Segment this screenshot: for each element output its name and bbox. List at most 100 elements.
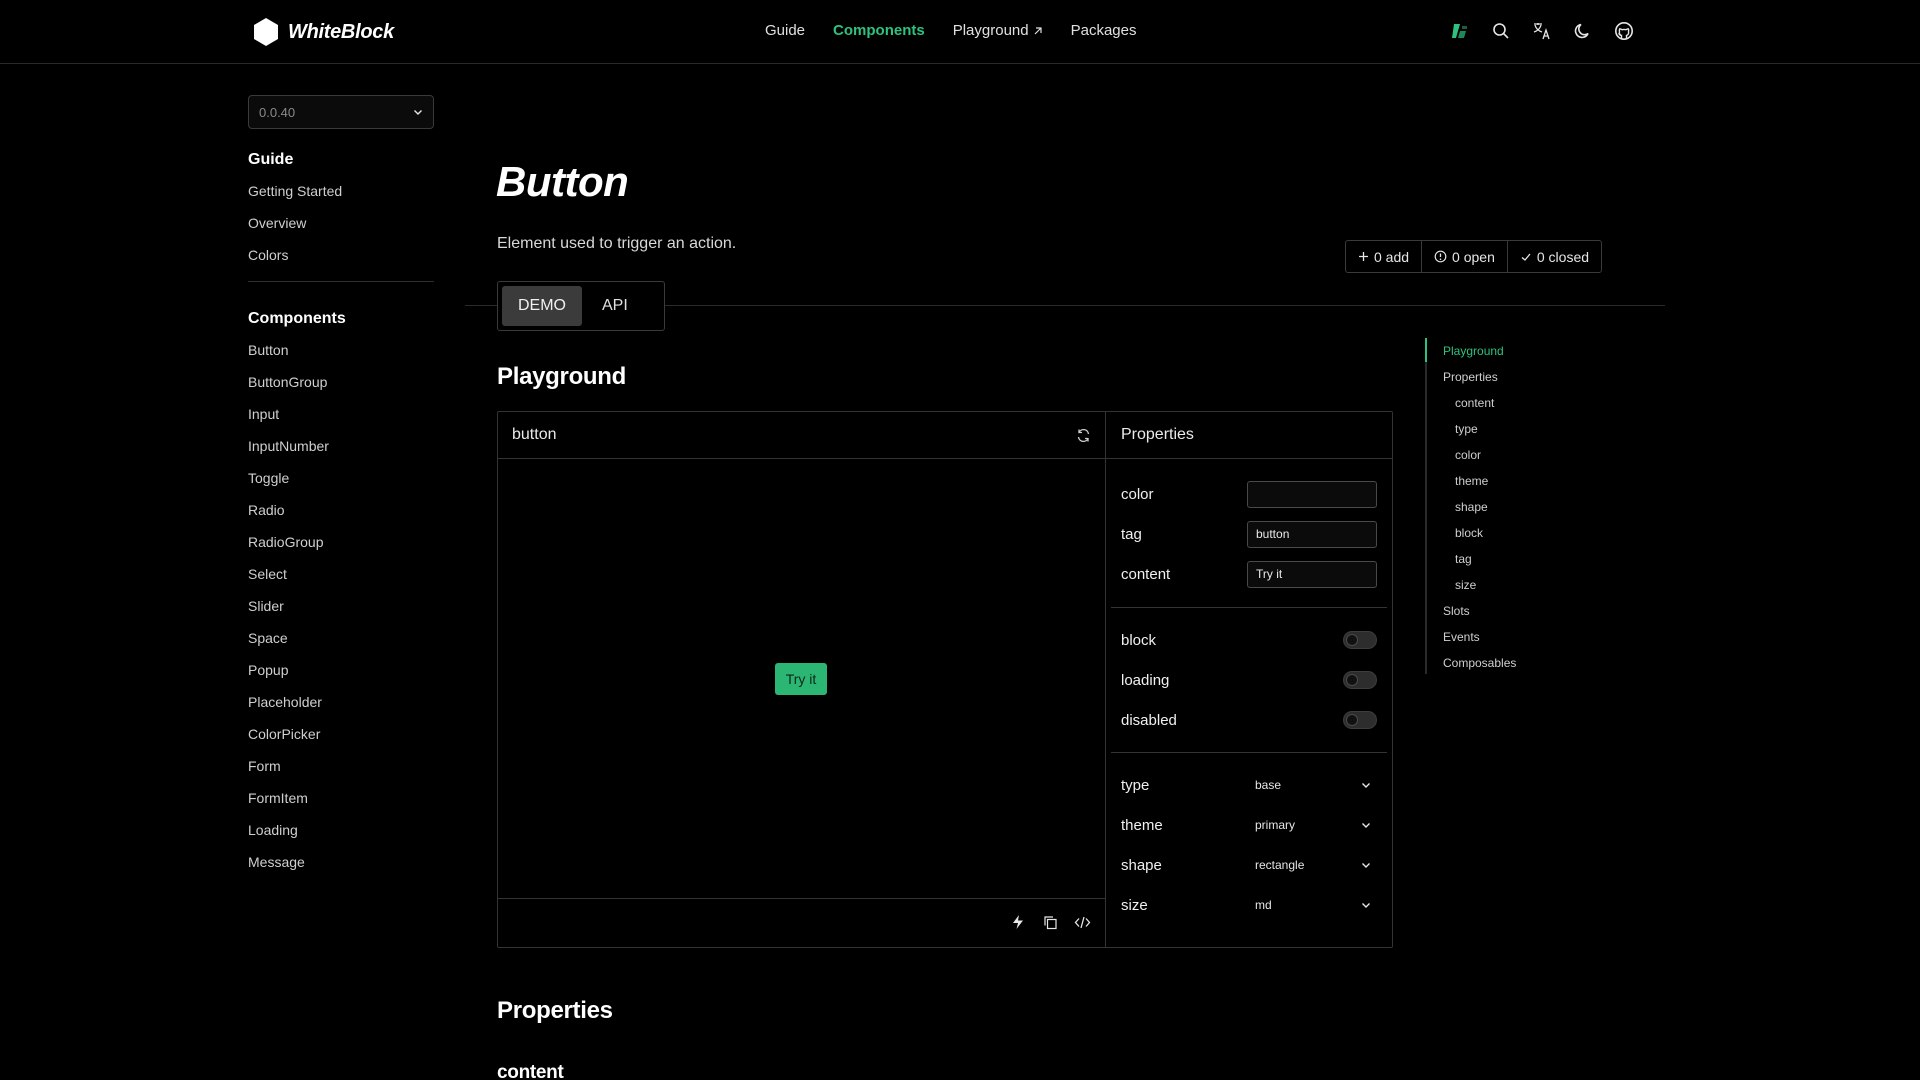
issues-closed-label: 0 closed <box>1536 248 1590 265</box>
content-input[interactable] <box>1247 560 1377 588</box>
prop-row-color: color <box>1121 480 1377 508</box>
logo-text: WhiteBlock <box>288 20 394 43</box>
prop-label-tag: tag <box>1121 525 1142 543</box>
tab-api[interactable]: API <box>586 286 644 326</box>
prop-label-shape: shape <box>1121 856 1162 874</box>
disabled-toggle[interactable] <box>1343 711 1377 729</box>
theme-select[interactable]: primary <box>1247 811 1377 839</box>
toc-item-playground[interactable]: Playground <box>1443 338 1516 364</box>
sidebar-item-message[interactable]: Message <box>248 854 434 886</box>
properties-panel: Properties color tag content block loadi… <box>1106 412 1392 947</box>
toc-item-properties[interactable]: Properties <box>1443 364 1516 390</box>
sidebar-item-form[interactable]: Form <box>248 758 434 790</box>
sidebar-item-input[interactable]: Input <box>248 406 434 438</box>
table-of-contents: Playground Properties content type color… <box>1425 338 1516 674</box>
lightning-icon[interactable] <box>1009 913 1027 931</box>
external-link-icon <box>1033 26 1043 36</box>
preview-panel: button Try it <box>498 412 1106 947</box>
toc-item-slots[interactable]: Slots <box>1443 598 1516 624</box>
nav-components[interactable]: Components <box>833 22 925 39</box>
sidebar-item-button[interactable]: Button <box>248 342 434 374</box>
sidebar-item-toggle[interactable]: Toggle <box>248 470 434 502</box>
properties-panel-title: Properties <box>1106 412 1392 459</box>
toc-item-composables[interactable]: Composables <box>1443 650 1516 676</box>
sidebar-item-select[interactable]: Select <box>248 566 434 598</box>
color-input[interactable] <box>1247 480 1377 508</box>
issue-counters: 0 add 0 open 0 closed <box>1345 240 1603 273</box>
toc-item-events[interactable]: Events <box>1443 624 1516 650</box>
sidebar-item-popup[interactable]: Popup <box>248 662 434 694</box>
chevron-down-icon <box>1361 780 1371 790</box>
toc-item-size[interactable]: size <box>1443 572 1516 598</box>
toc-item-tag[interactable]: tag <box>1443 546 1516 572</box>
issues-add-label: 0 add <box>1374 248 1410 265</box>
loading-toggle[interactable] <box>1343 671 1377 689</box>
tab-demo[interactable]: DEMO <box>502 286 582 326</box>
version-select[interactable]: 0.0.40 <box>248 95 434 129</box>
toc-item-color[interactable]: color <box>1443 442 1516 468</box>
sidebar-item-inputnumber[interactable]: InputNumber <box>248 438 434 470</box>
sidebar-item-getting-started[interactable]: Getting Started <box>248 183 434 215</box>
prop-row-block: block <box>1121 626 1377 654</box>
toc-item-content[interactable]: content <box>1443 390 1516 416</box>
refresh-icon[interactable] <box>1076 428 1091 443</box>
size-select-value: md <box>1255 898 1272 912</box>
subsection-title-content: content <box>497 1062 564 1080</box>
sidebar-item-slider[interactable]: Slider <box>248 598 434 630</box>
preview-toolbar <box>498 899 1105 945</box>
shape-select[interactable]: rectangle <box>1247 851 1377 879</box>
chevron-down-icon <box>413 107 423 117</box>
prop-row-tag: tag <box>1121 520 1377 548</box>
nav-playground[interactable]: Playground <box>953 22 1043 39</box>
sidebar-item-buttongroup[interactable]: ButtonGroup <box>248 374 434 406</box>
issues-open-button[interactable]: 0 open <box>1422 241 1508 272</box>
sidebar-item-colorpicker[interactable]: ColorPicker <box>248 726 434 758</box>
chevron-down-icon <box>1361 900 1371 910</box>
toc-active-indicator <box>1425 338 1427 362</box>
size-select[interactable]: md <box>1247 891 1377 919</box>
prop-row-type: type base <box>1121 771 1377 799</box>
preview-try-button[interactable]: Try it <box>775 663 827 695</box>
toggle-knob <box>1346 634 1358 646</box>
prop-label-theme: theme <box>1121 816 1163 834</box>
search-icon[interactable] <box>1490 20 1512 42</box>
toc-item-block[interactable]: block <box>1443 520 1516 546</box>
top-navbar: WhiteBlock Guide Components Playground P… <box>0 0 1920 64</box>
sidebar-item-overview[interactable]: Overview <box>248 215 434 247</box>
code-icon[interactable] <box>1073 913 1091 931</box>
toc-item-shape[interactable]: shape <box>1443 494 1516 520</box>
sidebar-item-radiogroup[interactable]: RadioGroup <box>248 534 434 566</box>
section-title-playground: Playground <box>497 363 627 390</box>
copy-icon[interactable] <box>1041 913 1059 931</box>
main-nav: Guide Components Playground Packages <box>765 22 1136 39</box>
nav-guide[interactable]: Guide <box>765 22 805 39</box>
tag-input[interactable] <box>1247 520 1377 548</box>
toc-item-type[interactable]: type <box>1443 416 1516 442</box>
nav-packages[interactable]: Packages <box>1071 22 1137 39</box>
sidebar-item-colors[interactable]: Colors <box>248 247 434 279</box>
preview-header: button <box>498 412 1105 459</box>
type-select[interactable]: base <box>1247 771 1377 799</box>
prop-row-theme: theme primary <box>1121 811 1377 839</box>
site-logo[interactable]: WhiteBlock <box>252 17 394 47</box>
sidebar-item-loading[interactable]: Loading <box>248 822 434 854</box>
issues-closed-button[interactable]: 0 closed <box>1508 241 1601 272</box>
prop-label-disabled: disabled <box>1121 711 1177 729</box>
github-icon[interactable] <box>1613 20 1635 42</box>
preview-component-name: button <box>512 426 557 443</box>
sidebar-item-placeholder[interactable]: Placeholder <box>248 694 434 726</box>
block-toggle[interactable] <box>1343 631 1377 649</box>
sidebar-item-radio[interactable]: Radio <box>248 502 434 534</box>
moon-icon[interactable] <box>1572 20 1594 42</box>
prop-label-loading: loading <box>1121 671 1170 689</box>
issues-add-button[interactable]: 0 add <box>1346 241 1423 272</box>
chevron-down-icon <box>1361 860 1371 870</box>
sidebar-item-space[interactable]: Space <box>248 630 434 662</box>
view-tabs: DEMO API <box>497 281 665 331</box>
playground-card: button Try it Properties color tag butto… <box>497 411 1393 948</box>
translate-icon[interactable] <box>1531 20 1553 42</box>
logo-alt-icon[interactable] <box>1449 20 1471 42</box>
toc-item-theme[interactable]: theme <box>1443 468 1516 494</box>
sidebar-item-formitem[interactable]: FormItem <box>248 790 434 822</box>
version-select-value: 0.0.40 <box>259 104 296 120</box>
